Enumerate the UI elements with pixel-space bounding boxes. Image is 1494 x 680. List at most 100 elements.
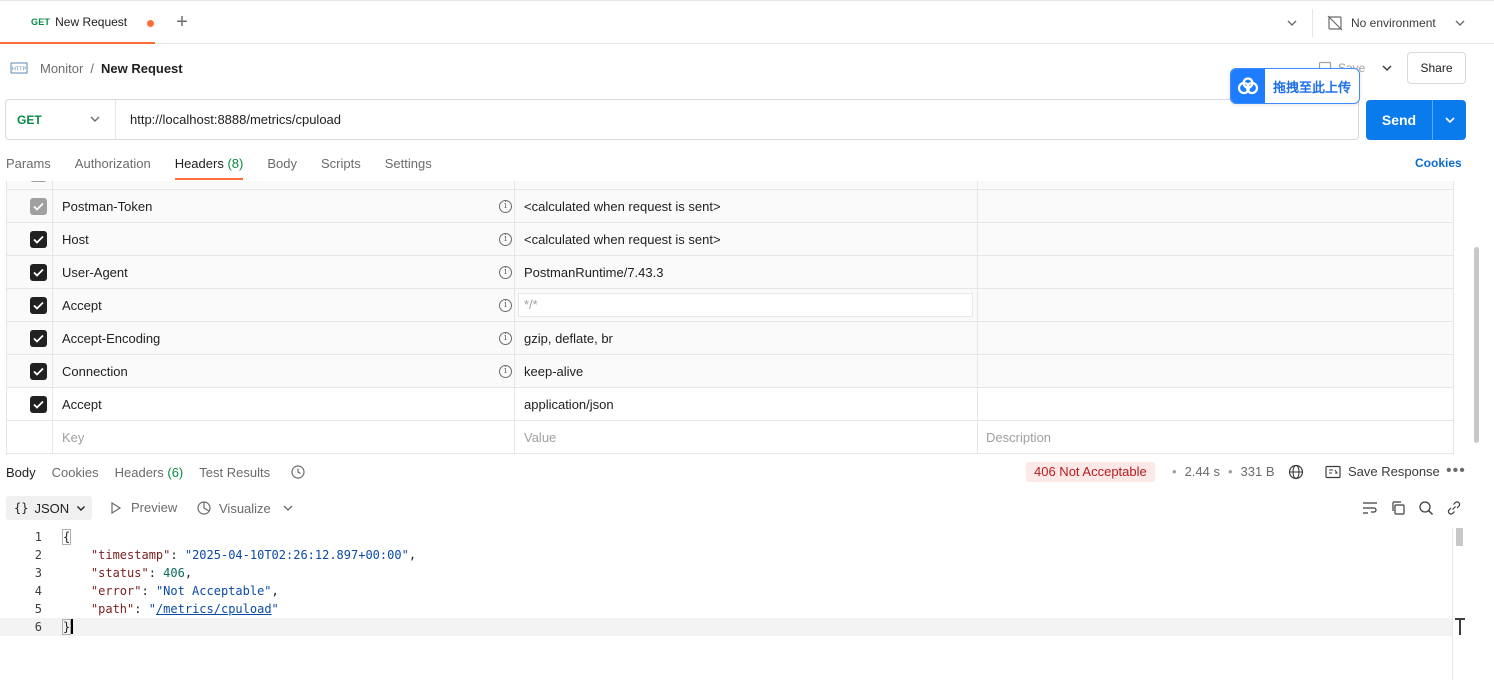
header-key: Accept: [62, 298, 102, 313]
url-input[interactable]: http://localhost:8888/metrics/cpuload: [116, 112, 341, 127]
column-divider: [977, 190, 978, 223]
status-badge[interactable]: 406 Not Acceptable: [1026, 462, 1155, 482]
copy-icon[interactable]: [1390, 500, 1406, 516]
header-checkbox[interactable]: [30, 181, 47, 182]
header-checkbox[interactable]: [30, 297, 47, 314]
info-icon[interactable]: i: [499, 332, 512, 345]
breadcrumb-separator: /: [90, 60, 94, 76]
environment-selector[interactable]: No environment: [1327, 13, 1436, 33]
table-row: [7, 181, 1453, 190]
code-line: 2 "timestamp": "2025-04-10T02:26:12.897+…: [0, 546, 1452, 564]
column-divider: [52, 223, 53, 256]
editor-scrollbar[interactable]: [1456, 528, 1463, 546]
header-checkbox[interactable]: [30, 363, 47, 380]
tab-scripts[interactable]: Scripts: [321, 150, 361, 180]
wrap-lines-icon[interactable]: [1362, 500, 1378, 516]
new-tab-plus-icon[interactable]: +: [172, 12, 192, 33]
save-chevron-down-icon[interactable]: [1379, 60, 1395, 76]
response-tab-body[interactable]: Body: [6, 465, 36, 480]
save-response-button[interactable]: Save Response: [1325, 464, 1440, 479]
response-tab-cookies[interactable]: Cookies: [52, 465, 99, 480]
header-checkbox[interactable]: [30, 396, 47, 413]
new-description-input[interactable]: Description: [986, 430, 1051, 445]
info-icon[interactable]: i: [499, 299, 512, 312]
json-key: "path": [90, 602, 135, 616]
tab-bar: GET New Request + No environment: [0, 0, 1494, 44]
header-checkbox[interactable]: [30, 231, 47, 248]
upload-label: 拖拽至此上传: [1273, 79, 1352, 95]
response-size[interactable]: 331 B: [1241, 464, 1275, 479]
send-label: Send: [1381, 112, 1417, 128]
tab-headers-label: Headers: [174, 156, 224, 171]
column-divider: [52, 421, 53, 454]
search-icon[interactable]: [1418, 500, 1434, 516]
tab-body[interactable]: Body: [267, 150, 297, 180]
header-checkbox[interactable]: [30, 330, 47, 347]
preview-button[interactable]: Preview: [110, 500, 177, 515]
link-icon[interactable]: [1446, 500, 1462, 516]
send-button[interactable]: Send: [1366, 100, 1466, 140]
column-divider: [977, 322, 978, 355]
environment-chevron-down-icon[interactable]: [1452, 15, 1468, 31]
new-key-input[interactable]: Key: [62, 430, 84, 445]
column-divider: [977, 181, 978, 190]
tab-list-chevron-down-icon[interactable]: [1284, 15, 1300, 31]
header-checkbox[interactable]: [30, 264, 47, 281]
header-value[interactable]: application/json: [524, 397, 614, 412]
header-value: PostmanRuntime/7.43.3: [524, 265, 664, 280]
divider: [1312, 9, 1313, 37]
code-line: 5 "path": "/metrics/cpuload": [0, 600, 1452, 618]
send-options-chevron-down-icon[interactable]: [1433, 113, 1466, 127]
tab-name-label: New Request: [55, 14, 128, 29]
json-key: "error": [90, 584, 142, 598]
response-time[interactable]: 2.44 s: [1185, 464, 1220, 479]
info-icon[interactable]: i: [499, 233, 512, 246]
info-icon[interactable]: i: [499, 266, 512, 279]
tab-settings[interactable]: Settings: [385, 150, 432, 180]
json-open-brace: {: [62, 529, 72, 545]
header-value-input[interactable]: */*: [518, 293, 973, 317]
share-button[interactable]: Share: [1407, 52, 1466, 84]
more-options-icon[interactable]: •••: [1446, 462, 1466, 480]
headers-table: Postman-Token i <calculated when request…: [6, 181, 1454, 455]
visualize-button[interactable]: Visualize: [196, 500, 271, 516]
header-value: <calculated when request is sent>: [524, 232, 721, 247]
header-key[interactable]: Accept: [62, 397, 102, 412]
response-tab-headers[interactable]: Headers (6): [115, 465, 184, 480]
save-response-label: Save Response: [1348, 464, 1440, 479]
column-divider: [52, 388, 53, 421]
breadcrumb-parent[interactable]: Monitor: [40, 61, 83, 76]
info-icon[interactable]: i: [499, 200, 512, 213]
json-braces-icon: {}: [14, 501, 29, 515]
tab-params[interactable]: Params: [6, 150, 51, 180]
header-checkbox[interactable]: [30, 198, 47, 215]
cookies-link[interactable]: Cookies: [1415, 156, 1462, 170]
new-value-input[interactable]: Value: [524, 430, 556, 445]
column-divider: [977, 289, 978, 322]
visualize-chevron-down-icon[interactable]: [281, 501, 295, 515]
tab-headers[interactable]: Headers (8): [174, 150, 244, 180]
column-divider: [52, 289, 53, 322]
cloud-upload-icon: [1231, 69, 1265, 103]
upload-drop-zone[interactable]: 拖拽至此上传: [1230, 68, 1360, 104]
line-number: 5: [34, 602, 42, 616]
unsaved-dot-icon: [147, 20, 154, 27]
vertical-scrollbar[interactable]: [1474, 247, 1479, 443]
header-key: User-Agent: [62, 265, 128, 280]
column-divider: [52, 181, 53, 190]
page-title[interactable]: New Request: [101, 61, 183, 76]
history-icon[interactable]: [290, 464, 306, 480]
request-tab[interactable]: GET New Request: [0, 1, 155, 44]
visualize-icon: [197, 501, 211, 515]
format-select[interactable]: {} JSON: [6, 496, 92, 520]
globe-icon[interactable]: [1288, 464, 1304, 480]
method-select[interactable]: GET: [6, 100, 116, 139]
json-path-link[interactable]: /metrics/cpuload: [156, 602, 272, 616]
http-request-icon: HTTP: [10, 62, 28, 74]
column-divider: [514, 421, 515, 454]
json-key: "timestamp": [90, 548, 171, 562]
response-body-editor[interactable]: 1 { 2 "timestamp": "2025-04-10T02:26:12.…: [0, 528, 1452, 680]
tab-authorization[interactable]: Authorization: [75, 150, 151, 180]
response-tab-test-results[interactable]: Test Results: [199, 465, 270, 480]
info-icon[interactable]: i: [499, 365, 512, 378]
